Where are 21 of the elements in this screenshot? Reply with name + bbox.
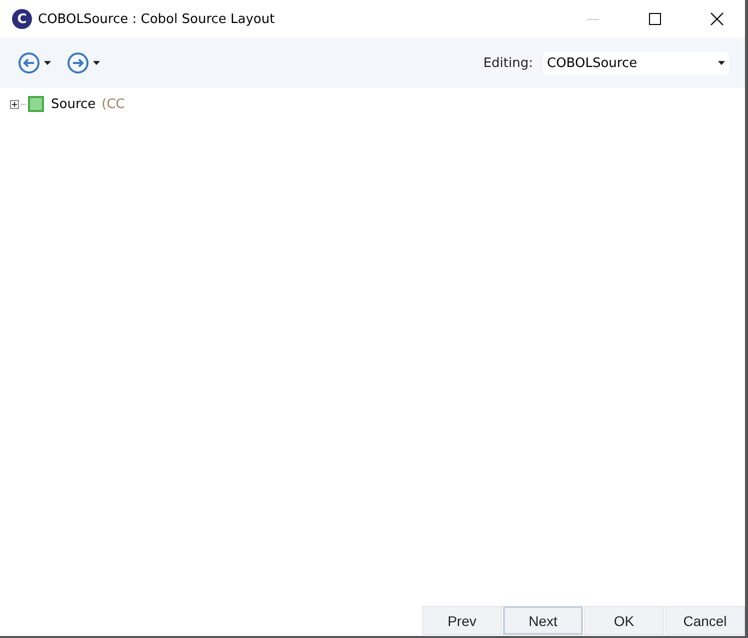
app-icon: C <box>12 9 32 29</box>
editing-dropdown[interactable]: COBOLSource <box>543 52 729 74</box>
minimize-icon <box>587 18 599 20</box>
close-icon <box>710 12 724 26</box>
back-button[interactable] <box>16 50 53 76</box>
tree-item[interactable]: Source <box>51 96 96 112</box>
expand-icon[interactable] <box>10 100 19 108</box>
dialog-button[interactable]: Next <box>503 606 583 635</box>
maximize-icon <box>649 13 661 25</box>
dialog-button[interactable]: OK <box>584 606 664 635</box>
square-node-icon <box>28 96 44 112</box>
caret-icon <box>44 61 51 65</box>
tree-item-detail: (CC <box>102 96 125 112</box>
window-title: COBOLSource : Cobol Source Layout <box>38 12 276 26</box>
dialog-button[interactable]: Prev <box>422 606 502 635</box>
editing-label: Editing: <box>483 56 533 70</box>
forward-button[interactable] <box>65 50 102 76</box>
caret-icon <box>718 61 725 65</box>
editing-value: COBOLSource <box>547 56 638 70</box>
dialog-button[interactable]: Cancel <box>665 606 745 635</box>
caret-icon <box>93 61 100 65</box>
